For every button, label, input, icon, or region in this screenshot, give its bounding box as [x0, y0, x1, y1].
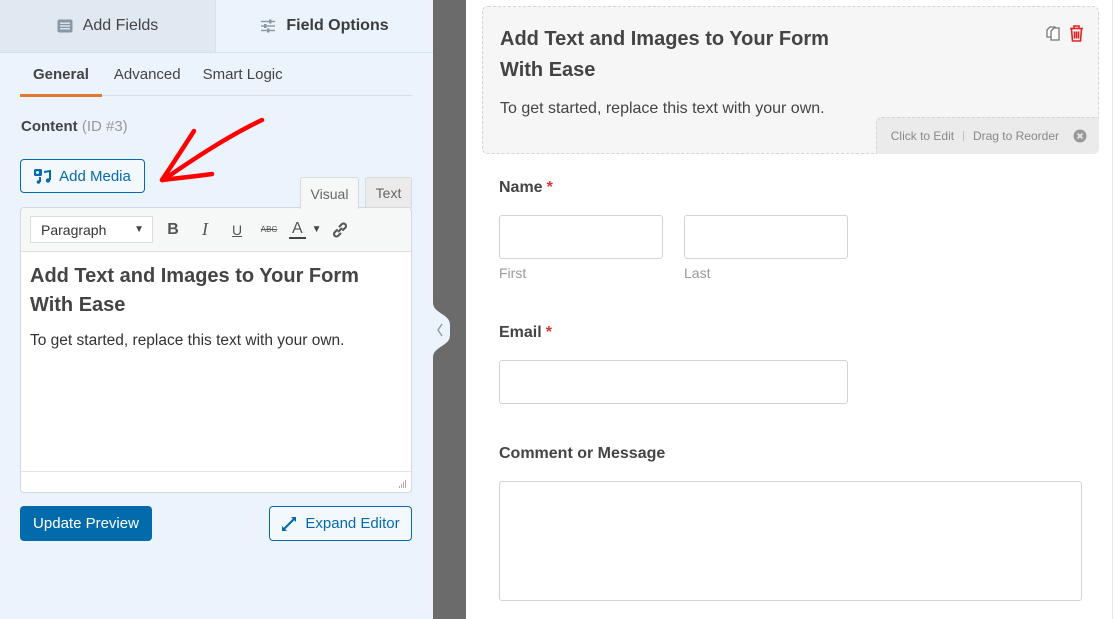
- field-options-panel: Add Fields Field Options General Advance…: [0, 0, 433, 619]
- subtab-general[interactable]: General: [20, 54, 102, 97]
- content-field-preview[interactable]: Add Text and Images to Your Form With Ea…: [482, 6, 1099, 154]
- content-field-id: (ID #3): [81, 118, 128, 135]
- media-icon: [34, 169, 52, 184]
- content-field-label: Content (ID #3): [21, 118, 128, 135]
- drag-to-reorder-text: Drag to Reorder: [972, 129, 1059, 143]
- underline-button[interactable]: U: [221, 222, 253, 238]
- caret-down-icon: ▼: [311, 224, 322, 235]
- name-field-label: Name *: [499, 179, 553, 197]
- editor-tab-text[interactable]: Text: [365, 177, 412, 208]
- bold-button[interactable]: B: [157, 221, 189, 239]
- italic-button[interactable]: I: [189, 219, 221, 240]
- caret-down-icon: ▼: [134, 224, 144, 235]
- duplicate-icon[interactable]: [1045, 25, 1061, 47]
- options-subtabs: General Advanced Smart Logic: [20, 54, 412, 97]
- expand-icon: [282, 516, 297, 531]
- panel-tabs: Add Fields Field Options: [0, 0, 433, 53]
- tab-add-fields[interactable]: Add Fields: [0, 0, 216, 52]
- editor-tab-visual[interactable]: Visual: [300, 177, 359, 209]
- email-field-label: Email *: [499, 324, 552, 342]
- update-preview-button[interactable]: Update Preview: [20, 506, 152, 541]
- delete-icon[interactable]: [1069, 25, 1084, 47]
- field-actions: [1045, 25, 1084, 47]
- add-media-label: Add Media: [59, 167, 131, 185]
- content-preview-text: To get started, replace this text with y…: [500, 100, 825, 117]
- text-color-button[interactable]: A ▼: [289, 220, 322, 239]
- editor-toolbar: Paragraph ▼ B I U ABC A ▼: [21, 208, 411, 252]
- format-select-value: Paragraph: [41, 221, 107, 238]
- tab-add-fields-label: Add Fields: [82, 17, 159, 34]
- subtab-advanced[interactable]: Advanced: [102, 54, 191, 96]
- sliders-icon: [261, 19, 276, 33]
- comment-field-label: Comment or Message: [499, 445, 666, 462]
- annotation-arrow-icon: [159, 117, 265, 183]
- text-color-icon: A: [289, 220, 306, 239]
- edit-reorder-hint: Click to Edit | Drag to Reorder: [876, 117, 1099, 154]
- resize-grip-icon[interactable]: [399, 480, 407, 488]
- expand-editor-button[interactable]: Expand Editor: [269, 506, 412, 541]
- hint-separator: |: [962, 130, 965, 142]
- content-preview-title: Add Text and Images to Your Form With Ea…: [500, 28, 829, 81]
- required-indicator: *: [546, 179, 553, 196]
- close-circle-icon[interactable]: [1073, 129, 1087, 143]
- expand-editor-label: Expand Editor: [305, 515, 400, 532]
- click-to-edit-text: Click to Edit: [890, 129, 955, 143]
- email-input[interactable]: [499, 360, 848, 404]
- name-label-text: Name: [499, 179, 543, 196]
- required-indicator: *: [545, 324, 552, 341]
- first-sublabel: First: [499, 265, 527, 281]
- link-button[interactable]: [330, 220, 350, 240]
- format-select[interactable]: Paragraph ▼: [30, 216, 153, 243]
- editor-body[interactable]: Add Text and Images to Your Form With Ea…: [21, 252, 411, 360]
- tab-field-options[interactable]: Field Options: [216, 0, 433, 52]
- collapse-panel-button[interactable]: [433, 302, 450, 358]
- first-name-input[interactable]: [499, 215, 663, 259]
- add-media-button[interactable]: Add Media: [20, 159, 145, 193]
- list-icon: [57, 19, 73, 33]
- tab-field-options-label: Field Options: [286, 17, 389, 34]
- form-preview: Add Text and Images to Your Form With Ea…: [466, 0, 1116, 619]
- email-label-text: Email: [499, 324, 542, 341]
- editor-status-bar: [21, 471, 411, 492]
- comment-textarea[interactable]: [499, 481, 1082, 601]
- editor-paragraph: To get started, replace this text with y…: [30, 332, 345, 349]
- content-label-text: Content: [21, 118, 78, 135]
- last-sublabel: Last: [684, 265, 711, 281]
- strikethrough-button[interactable]: ABC: [253, 225, 285, 234]
- rich-text-editor: Paragraph ▼ B I U ABC A ▼ Add Text and I…: [20, 207, 412, 493]
- editor-heading: Add Text and Images to Your Form With Ea…: [30, 265, 359, 316]
- last-name-input[interactable]: [684, 215, 848, 259]
- subtab-smart-logic[interactable]: Smart Logic: [191, 54, 293, 96]
